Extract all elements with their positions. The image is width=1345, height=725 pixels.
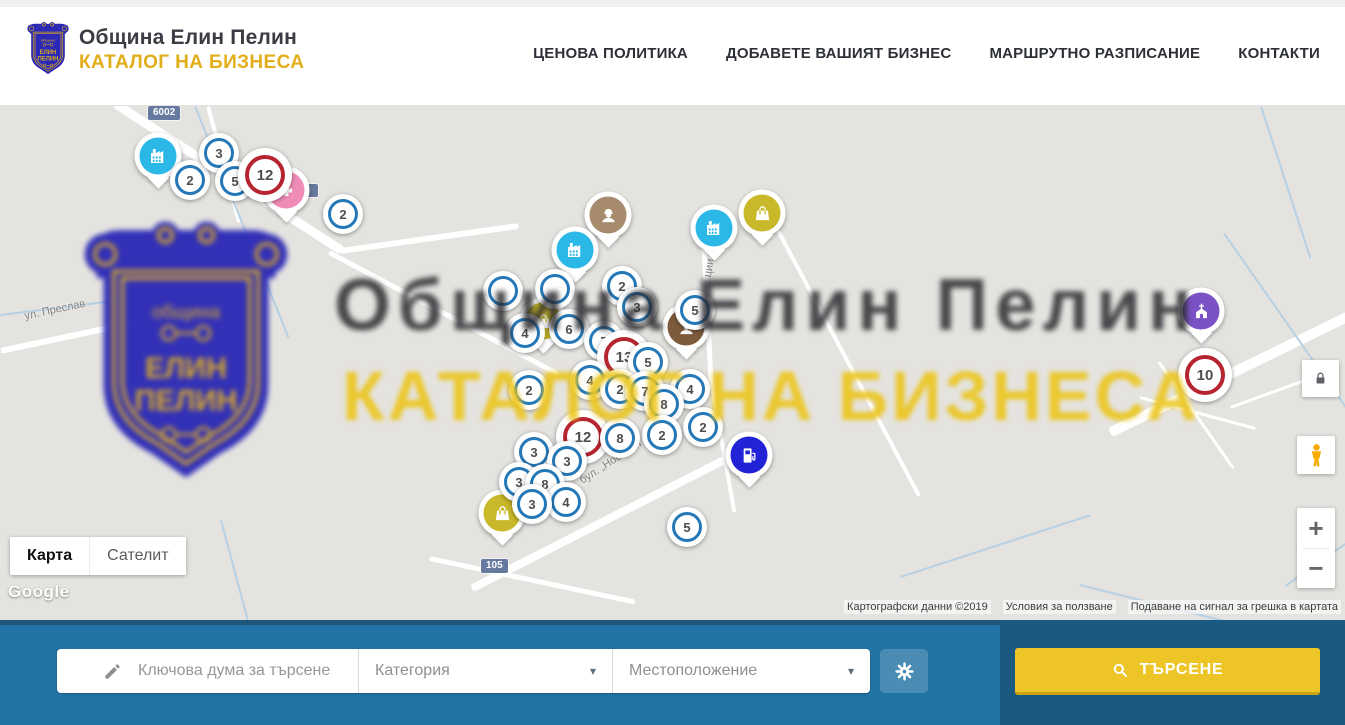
zoom-control: + − bbox=[1297, 508, 1335, 588]
factory-icon bbox=[696, 210, 733, 247]
page: община ЕЛИН ПЕЛИН Община Елин Пелин КАТА… bbox=[0, 0, 1345, 725]
nav-item-1[interactable]: ЦЕНОВА ПОЛИТИКА bbox=[533, 45, 688, 62]
cluster-count: 2 bbox=[328, 199, 358, 229]
attribution-link[interactable]: Подаване на сигнал за грешка в картата bbox=[1128, 600, 1341, 614]
nav-item-4[interactable]: КОНТАКТИ bbox=[1238, 45, 1320, 62]
map-cluster-marker[interactable]: 12 bbox=[238, 148, 292, 202]
map-type-control: Карта Сателит bbox=[10, 537, 186, 575]
site-title: Община Елин Пелин bbox=[79, 26, 304, 50]
pencil-icon bbox=[103, 662, 122, 681]
cluster-count: 10 bbox=[1185, 355, 1225, 395]
cluster-count: 5 bbox=[672, 512, 702, 542]
cluster-count: 2 bbox=[514, 375, 544, 405]
svg-text:ПЕЛИН: ПЕЛИН bbox=[38, 57, 59, 63]
cluster-count: 12 bbox=[245, 155, 285, 195]
map-markers-layer: 23512223564713542274822128333843510 bbox=[0, 106, 1345, 620]
map-cluster-marker[interactable]: 10 bbox=[1178, 348, 1232, 402]
cluster-count bbox=[540, 274, 570, 304]
gear-icon bbox=[893, 660, 916, 683]
svg-text:община: община bbox=[41, 39, 56, 43]
map-pin-factory[interactable] bbox=[691, 205, 738, 252]
lock-icon bbox=[1312, 370, 1329, 387]
map-pin-shopping-bag[interactable] bbox=[739, 190, 786, 237]
cluster-count: 4 bbox=[510, 318, 540, 348]
map-cluster-marker[interactable]: 4 bbox=[505, 313, 545, 353]
map-cluster-marker[interactable]: 4 bbox=[546, 482, 586, 522]
svg-text:ЕЛИН: ЕЛИН bbox=[40, 50, 57, 56]
main-nav: ЦЕНОВА ПОЛИТИКА ДОБАВЕТЕ ВАШИЯТ БИЗНЕС МАР… bbox=[533, 0, 1320, 106]
map-cluster-marker[interactable] bbox=[483, 271, 523, 311]
map-pin-worker[interactable] bbox=[585, 192, 632, 239]
map-attribution: Картографски данни ©2019 Условия за ползв… bbox=[844, 600, 1341, 614]
google-logo[interactable]: Google bbox=[8, 582, 70, 602]
fullscreen-lock-button[interactable] bbox=[1302, 360, 1339, 397]
map-cluster-marker[interactable]: 5 bbox=[667, 507, 707, 547]
site-logo[interactable]: община ЕЛИН ПЕЛИН Община Елин Пелин КАТА… bbox=[27, 20, 304, 80]
factory-icon bbox=[140, 138, 177, 175]
nav-item-3[interactable]: МАРШРУТНО РАЗПИСАНИЕ bbox=[989, 45, 1200, 62]
header: община ЕЛИН ПЕЛИН Община Елин Пелин КАТА… bbox=[0, 0, 1345, 106]
cluster-count: 8 bbox=[605, 423, 635, 453]
factory-icon bbox=[557, 232, 594, 269]
pegman-icon bbox=[1305, 442, 1328, 469]
cluster-count: 6 bbox=[554, 314, 584, 344]
category-select[interactable]: Категория ▾ bbox=[358, 649, 612, 693]
map-pin-factory[interactable] bbox=[552, 227, 599, 274]
search-icon bbox=[1111, 661, 1129, 679]
cluster-count: 2 bbox=[175, 165, 205, 195]
map-cluster-marker[interactable]: 2 bbox=[323, 194, 363, 234]
worker-icon bbox=[590, 197, 627, 234]
street-view-pegman-button[interactable] bbox=[1297, 436, 1335, 474]
attribution-link[interactable]: Условия за ползване bbox=[1003, 600, 1116, 614]
settings-gear-button[interactable] bbox=[880, 649, 928, 693]
keyword-section bbox=[57, 649, 358, 693]
cluster-count: 2 bbox=[647, 420, 677, 450]
zoom-in-button[interactable]: + bbox=[1297, 508, 1335, 548]
cluster-count bbox=[488, 276, 518, 306]
municipality-crest-logo: община ЕЛИН ПЕЛИН bbox=[27, 20, 69, 80]
chevron-down-icon: ▾ bbox=[848, 664, 854, 678]
chevron-down-icon: ▾ bbox=[590, 664, 596, 678]
search-button-label: ТЪРСЕНЕ bbox=[1139, 661, 1223, 679]
fuel-icon bbox=[731, 437, 768, 474]
search-bar: Категория ▾ Местоположение ▾ bbox=[0, 620, 1345, 725]
map-cluster-marker[interactable]: 3 bbox=[617, 287, 657, 327]
site-subtitle: КАТАЛОГ НА БИЗНЕСА bbox=[79, 52, 304, 74]
cluster-count: 3 bbox=[517, 489, 547, 519]
location-select-label: Местоположение bbox=[629, 662, 757, 680]
map-canvas[interactable]: ул. Преславбул. „Новоселции6002105 23512… bbox=[0, 106, 1345, 620]
location-select[interactable]: Местоположение ▾ bbox=[612, 649, 870, 693]
church-icon bbox=[1183, 293, 1220, 330]
map-cluster-marker[interactable]: 2 bbox=[683, 407, 723, 447]
map-cluster-marker[interactable]: 2 bbox=[642, 415, 682, 455]
cluster-count: 4 bbox=[551, 487, 581, 517]
category-select-label: Категория bbox=[375, 662, 450, 680]
map-cluster-marker[interactable]: 3 bbox=[512, 484, 552, 524]
map-pin-church[interactable] bbox=[1178, 288, 1225, 335]
map-cluster-marker[interactable] bbox=[535, 269, 575, 309]
shopping-bag-icon bbox=[744, 195, 781, 232]
search-submit-button[interactable]: ТЪРСЕНЕ bbox=[1015, 648, 1320, 695]
map-data-copyright: Картографски данни ©2019 bbox=[844, 600, 991, 614]
keyword-input[interactable] bbox=[136, 661, 350, 681]
map-type-map-button[interactable]: Карта bbox=[10, 537, 89, 575]
map-pin-fuel[interactable] bbox=[726, 432, 773, 479]
cluster-count: 3 bbox=[622, 292, 652, 322]
map-type-satellite-button[interactable]: Сателит bbox=[89, 537, 185, 575]
zoom-out-button[interactable]: − bbox=[1297, 549, 1335, 589]
nav-item-2[interactable]: ДОБАВЕТЕ ВАШИЯТ БИЗНЕС bbox=[726, 45, 951, 62]
map-cluster-marker[interactable]: 2 bbox=[509, 370, 549, 410]
map-cluster-marker[interactable]: 5 bbox=[675, 290, 715, 330]
cluster-count: 2 bbox=[688, 412, 718, 442]
search-box: Категория ▾ Местоположение ▾ bbox=[57, 649, 870, 693]
map-cluster-marker[interactable]: 8 bbox=[600, 418, 640, 458]
cluster-count: 5 bbox=[680, 295, 710, 325]
map-cluster-marker[interactable]: 6 bbox=[549, 309, 589, 349]
